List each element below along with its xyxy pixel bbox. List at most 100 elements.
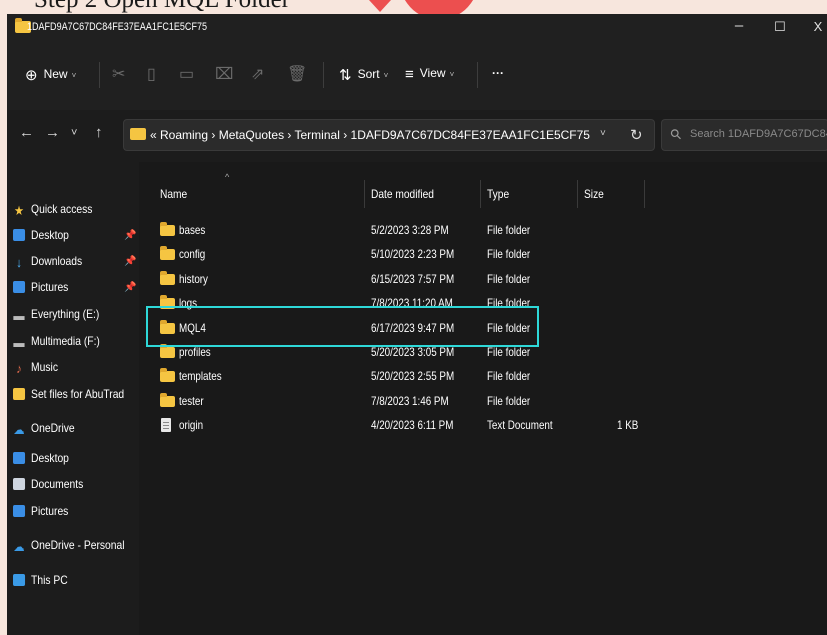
rename-icon[interactable]: ⌧ [215, 64, 233, 84]
file-type: Text Document [487, 418, 553, 433]
file-date: 5/10/2023 2:23 PM [371, 247, 455, 262]
forward-arrow-icon[interactable]: → [45, 124, 60, 141]
file-row[interactable]: tester 7/8/2023 1:46 PM File folder [139, 391, 827, 415]
column-header-name[interactable]: Name [160, 187, 187, 201]
column-header-size[interactable]: Size [584, 187, 604, 201]
copy-icon[interactable]: ▯ [147, 64, 156, 84]
sidebar-item-label: Everything (E:) [31, 307, 100, 321]
file-explorer-window: 1DAFD9A7C67DC84FE37EAA1FC1E5CF75 – ☐ X ⊕… [7, 14, 827, 635]
sidebar-item-label: OneDrive - Personal [31, 538, 125, 552]
more-options-button[interactable]: ··· [492, 66, 504, 80]
pin-icon[interactable]: 📌 [124, 230, 136, 241]
sidebar-item-label: Desktop [31, 451, 69, 465]
file-name: config [179, 247, 206, 262]
divider[interactable] [480, 180, 481, 208]
sort-caret-icon: ^ [225, 172, 230, 182]
folder-icon [160, 295, 175, 310]
pictures-icon [13, 281, 26, 293]
column-header-date[interactable]: Date modified [371, 187, 434, 201]
file-type: File folder [487, 345, 531, 359]
folder-icon [160, 368, 175, 383]
file-row[interactable]: origin 4/20/2023 6:11 PM Text Document 1 KB [139, 415, 827, 439]
maximize-button[interactable]: ☐ [763, 19, 797, 35]
refresh-icon[interactable]: ↻ [630, 126, 643, 144]
sidebar-item-label: Desktop [31, 228, 69, 242]
file-row[interactable]: config 5/10/2023 2:23 PM File folder [139, 244, 827, 268]
file-row[interactable]: MQL4 6/17/2023 9:47 PM File folder [139, 318, 827, 342]
sidebar-item[interactable]: ☁ OneDrive - Personal [13, 538, 125, 560]
back-arrow-icon[interactable]: ← [19, 124, 34, 141]
file-type: File folder [487, 271, 531, 286]
file-row[interactable]: profiles 5/20/2023 3:05 PM File folder [139, 342, 827, 366]
file-row[interactable]: history 6/15/2023 7:57 PM File folder [139, 269, 827, 293]
sidebar-item[interactable]: ♪ Music [13, 360, 58, 382]
step-caption: Step 2 Open MQL Folder [34, 0, 290, 14]
sidebar-item[interactable]: Desktop [13, 451, 69, 473]
sidebar-item[interactable]: Pictures [13, 280, 68, 302]
up-arrow-icon[interactable]: ↑ [95, 124, 103, 141]
file-size: 1 KB [617, 418, 639, 433]
pin-icon[interactable]: 📌 [124, 256, 136, 267]
file-type: File folder [487, 247, 531, 262]
column-header-type[interactable]: Type [487, 187, 509, 201]
sidebar-item[interactable]: Desktop [13, 228, 69, 250]
file-type: File folder [487, 223, 531, 237]
file-type: File folder [487, 320, 531, 335]
sidebar-item[interactable]: This PC [13, 573, 68, 595]
folder-icon [160, 344, 175, 358]
sidebar-item-label: Set files for AbuTrad [31, 387, 125, 401]
share-icon[interactable]: ⇗ [251, 64, 264, 84]
sidebar-item[interactable]: ☁ OneDrive [13, 421, 75, 443]
music-icon: ♪ [16, 361, 22, 376]
file-name: bases [179, 223, 206, 237]
sidebar-item[interactable]: ▬ Everything (E:) [13, 307, 99, 329]
chevron-down-icon: ˅ [449, 70, 455, 79]
sidebar-item-label: OneDrive [31, 421, 75, 435]
recent-locations-icon[interactable]: ˅ [71, 127, 77, 139]
file-row[interactable]: bases 5/2/2023 3:28 PM File folder [139, 220, 827, 244]
file-row[interactable]: logs 7/8/2023 11:20 AM File folder [139, 293, 827, 317]
sidebar-item-label: Pictures [31, 504, 69, 518]
drive-icon: ▬ [13, 308, 25, 323]
file-type: File folder [487, 393, 531, 408]
divider[interactable] [364, 180, 365, 208]
text-document-icon [161, 418, 171, 433]
sidebar-item[interactable]: Pictures [13, 504, 68, 526]
new-button[interactable]: ⊕ New ˅ [25, 66, 76, 84]
file-date: 5/20/2023 3:05 PM [371, 345, 455, 359]
close-button[interactable]: X [801, 19, 827, 34]
divider[interactable] [644, 180, 645, 208]
search-icon: ⚲ [666, 124, 686, 144]
delete-icon[interactable]: 🗑 [287, 64, 307, 84]
sidebar-item[interactable]: ▬ Multimedia (F:) [13, 334, 99, 356]
navigation-pane: ★ Quick access Desktop 📌 ↓ Downloads 📌 Pictures… [7, 162, 139, 635]
view-button[interactable]: ≡ View ˅ [405, 66, 454, 83]
sidebar-item-label: Documents [31, 477, 84, 491]
sidebar-item[interactable]: Documents [13, 477, 83, 499]
file-date: 5/2/2023 3:28 PM [371, 223, 449, 237]
sidebar-item-label: Pictures [31, 280, 69, 294]
plus-circle-icon: ⊕ [25, 67, 38, 84]
sidebar-item[interactable]: Set files for AbuTrad [13, 387, 124, 409]
sort-button[interactable]: ⇅ Sort ˅ [339, 66, 388, 84]
address-bar[interactable]: « Roaming › MetaQuotes › Terminal › 1DAF… [123, 119, 655, 151]
file-date: 4/20/2023 6:11 PM [371, 418, 454, 433]
divider[interactable] [577, 180, 578, 208]
desktop-icon [13, 452, 26, 464]
sidebar-item[interactable]: ↓ Downloads [13, 254, 82, 276]
search-box[interactable]: ⚲ Search 1DAFD9A7C67DC84F... [661, 119, 827, 151]
file-row[interactable]: templates 5/20/2023 2:55 PM File folder [139, 366, 827, 390]
address-row: ← → ˅ ↑ « Roaming › MetaQuotes › Termina… [7, 110, 827, 162]
sidebar-item[interactable]: ★ Quick access [13, 202, 92, 224]
paste-icon[interactable]: ▭ [179, 64, 194, 84]
search-placeholder[interactable]: Search 1DAFD9A7C67DC84F... [690, 128, 827, 140]
divider [477, 62, 478, 88]
minimize-button[interactable]: – [722, 17, 756, 34]
cut-icon[interactable]: ✂ [112, 64, 125, 84]
sort-label: Sort [357, 67, 380, 81]
chevron-down-icon[interactable]: ˅ [600, 128, 606, 139]
pin-icon[interactable]: 📌 [124, 282, 136, 293]
folder-icon [160, 246, 175, 261]
cloud-icon: ☁ [13, 422, 25, 437]
breadcrumb[interactable]: « Roaming › MetaQuotes › Terminal › 1DAF… [150, 128, 590, 142]
